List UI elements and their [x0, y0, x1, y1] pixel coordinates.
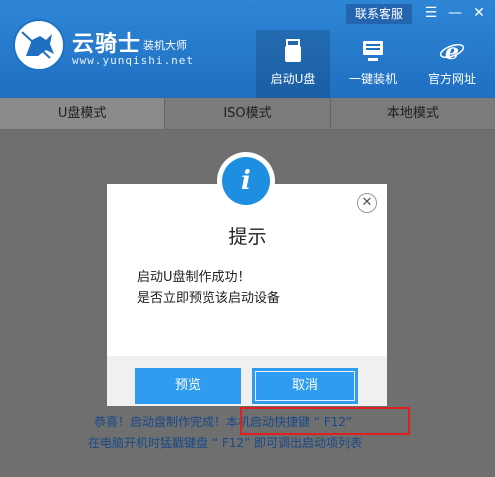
- preview-button[interactable]: 预览: [135, 368, 241, 404]
- tab-iso-mode[interactable]: ISO模式: [165, 98, 331, 129]
- brand-url: www.yunqishi.net: [72, 54, 194, 67]
- tab-usb-mode[interactable]: U盘模式: [0, 98, 166, 129]
- app-header: 云骑士 装机大师 www.yunqishi.net 联系客服 ☰ — ✕ 启动U盘…: [0, 0, 495, 98]
- contact-support-button[interactable]: 联系客服: [346, 4, 412, 24]
- boot-hint-message: 在电脑开机时猛戳键盘 “ F12” 即可调出启动项列表: [88, 436, 363, 450]
- nav-official-site[interactable]: e 官方网址: [415, 30, 489, 98]
- cancel-button[interactable]: 取消: [252, 368, 358, 404]
- tab-local-mode[interactable]: 本地模式: [331, 98, 495, 129]
- nav-label: 启动U盘: [270, 72, 316, 86]
- nav-boot-usb[interactable]: 启动U盘: [256, 30, 330, 98]
- close-window-button[interactable]: ✕: [469, 3, 489, 23]
- usb-drive-icon: [285, 39, 301, 62]
- knight-logo-icon: [13, 19, 65, 71]
- minimize-button[interactable]: —: [445, 3, 465, 23]
- nav-label: 官方网址: [427, 72, 476, 86]
- dialog-title: 提示: [228, 226, 267, 248]
- focus-ring: [255, 371, 355, 401]
- info-badge: i: [217, 152, 275, 210]
- nav-one-click-install[interactable]: 一键装机: [336, 30, 410, 98]
- dialog-close-button[interactable]: ✕: [357, 193, 377, 213]
- ie-browser-icon: e: [439, 39, 465, 64]
- brand-subtitle: 装机大师: [143, 39, 188, 52]
- menu-icon[interactable]: ☰: [421, 3, 441, 23]
- hotkey-highlight-box: [240, 407, 410, 435]
- info-icon: i: [222, 157, 270, 205]
- dialog-message-line1: 启动U盘制作成功！: [137, 270, 251, 285]
- nav-label: 一键装机: [348, 72, 397, 86]
- svg-text:e: e: [445, 39, 459, 64]
- mode-tabs: U盘模式 ISO模式 本地模式: [0, 98, 495, 130]
- dialog-message-line2: 是否立即预览该启动设备: [137, 291, 281, 306]
- computer-install-icon: [363, 41, 383, 61]
